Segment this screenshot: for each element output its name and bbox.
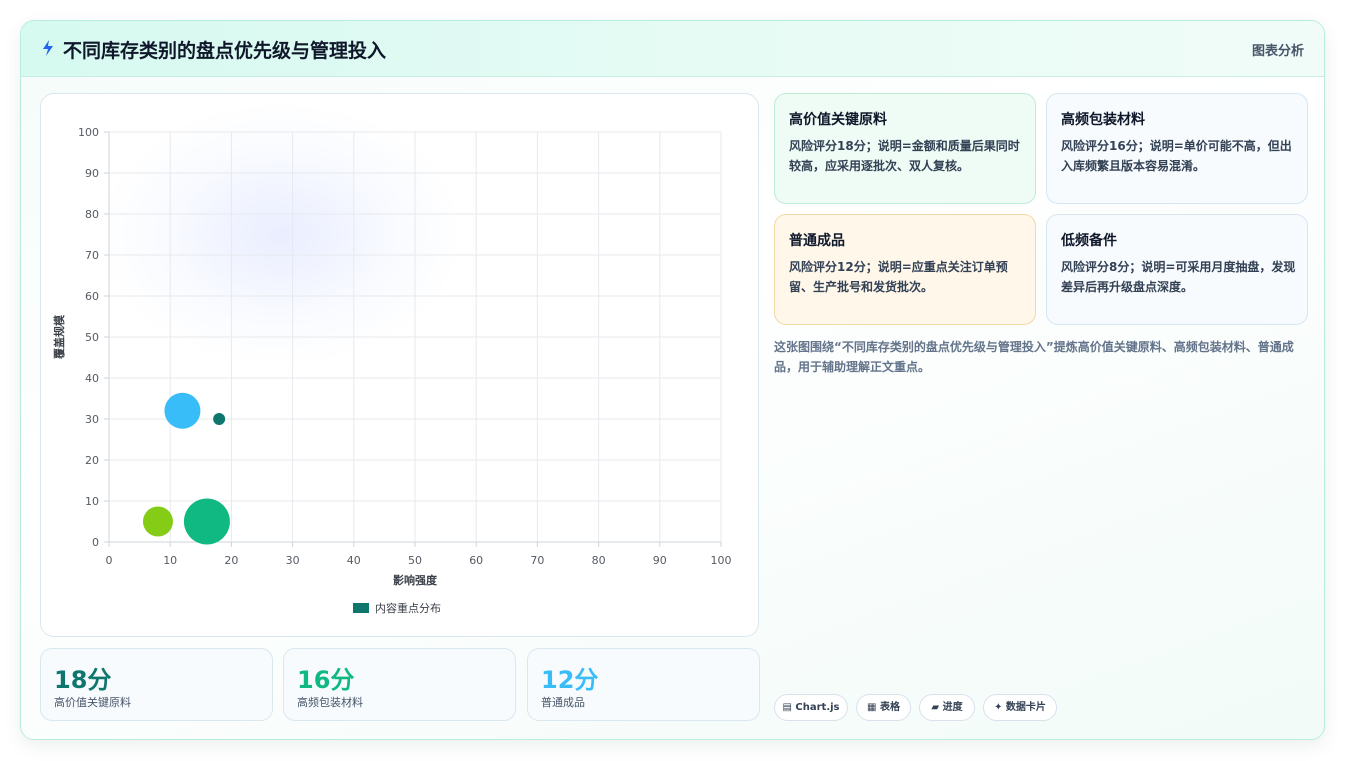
x-tick-label: 10 — [163, 554, 177, 567]
info-card-packaging: 高频包装材料 风险评分16分；说明=单价可能不高，但出入库频繁且版本容易混淆。 — [1046, 93, 1308, 204]
chip-table[interactable]: ▦ 表格 — [856, 694, 911, 721]
x-tick-labels: 0 10 20 30 40 50 60 70 80 90 100 — [106, 554, 732, 567]
legend-label: 内容重点分布 — [375, 601, 441, 615]
legend-swatch — [353, 603, 369, 613]
x-tick-label: 0 — [106, 554, 113, 567]
bubble-chart-card: 0 10 20 30 40 50 60 70 80 90 100 0 10 20 30 40 50 60 70 80… — [40, 93, 759, 637]
info-card-title: 高频包装材料 — [1061, 112, 1145, 128]
stat-label: 高频包装材料 — [297, 696, 363, 709]
y-tick-label: 40 — [85, 372, 99, 385]
bubble-point[interactable] — [183, 498, 230, 545]
legend[interactable]: 内容重点分布 — [353, 601, 441, 615]
bubbles — [142, 392, 230, 545]
stat-value: 12分 — [541, 666, 599, 694]
x-tick-label: 30 — [286, 554, 300, 567]
stat-value: 18分 — [54, 666, 112, 694]
x-tick-label: 60 — [469, 554, 483, 567]
y-tick-label: 20 — [85, 454, 99, 467]
y-tick-label: 50 — [85, 331, 99, 344]
x-tick-label: 40 — [347, 554, 361, 567]
stat-card-1: 18分 高价值关键原料 — [40, 648, 273, 721]
header: 不同库存类别的盘点优先级与管理投入 图表分析 — [21, 21, 1324, 77]
info-card-title: 低频备件 — [1061, 233, 1117, 249]
header-tag: 图表分析 — [1251, 44, 1304, 59]
x-tick-label: 20 — [224, 554, 238, 567]
report-frame: 不同库存类别的盘点优先级与管理投入 图表分析 0 10 20 30 40 50 60 70 80… — [20, 20, 1325, 740]
summary-text: 这张图围绕“不同库存类别的盘点优先级与管理投入”提炼高价值关键原料、高频包装材料… — [774, 340, 1294, 374]
info-card-spare-parts: 低频备件 风险评分8分；说明=可采用月度抽盘，发现差异后再升级盘点深度。 — [1046, 214, 1308, 325]
y-tick-label: 60 — [85, 290, 99, 303]
info-card-desc: 风险评分12分；说明=应重点关注订单预留、生产批号和发货批次。 — [789, 260, 1008, 294]
y-axis-label: 覆盖规模 — [52, 314, 66, 359]
info-card-desc: 风险评分8分；说明=可采用月度抽盘，发现差异后再升级盘点深度。 — [1061, 260, 1296, 294]
info-card-desc: 风险评分18分；说明=金额和质量后果同时较高，应采用逐批次、双人复核。 — [789, 139, 1020, 173]
x-tick-label: 90 — [653, 554, 667, 567]
grid-lines — [108, 131, 722, 543]
y-tick-label: 30 — [85, 413, 99, 426]
y-tick-label: 90 — [85, 167, 99, 180]
x-tick-label: 100 — [711, 554, 732, 567]
x-tick-label: 50 — [408, 554, 422, 567]
bubble-chart: 0 10 20 30 40 50 60 70 80 90 100 0 10 20 30 40 50 60 70 80… — [52, 126, 732, 615]
x-tick-label: 80 — [592, 554, 606, 567]
x-tick-label: 70 — [530, 554, 544, 567]
axes — [104, 131, 722, 547]
y-tick-label: 80 — [85, 208, 99, 221]
bubble-point[interactable] — [213, 413, 226, 425]
bubble-point[interactable] — [142, 506, 173, 537]
info-card-title: 普通成品 — [789, 233, 845, 249]
y-tick-labels: 0 10 20 30 40 50 60 70 80 90 100 — [78, 126, 99, 549]
x-axis-label: 影响强度 — [393, 573, 438, 587]
stat-label: 高价值关键原料 — [54, 696, 131, 709]
info-card-title: 高价值关键原料 — [789, 112, 887, 128]
lightning-icon — [43, 40, 53, 56]
chip-chartjs[interactable]: ▤ Chart.js — [774, 694, 848, 721]
stat-card-3: 12分 普通成品 — [527, 648, 760, 721]
stat-card-2: 16分 高频包装材料 — [283, 648, 516, 721]
y-tick-label: 0 — [92, 536, 99, 549]
page-title: 不同库存类别的盘点优先级与管理投入 — [63, 40, 387, 62]
info-card-raw-material: 高价值关键原料 风险评分18分；说明=金额和质量后果同时较高，应采用逐批次、双人… — [774, 93, 1036, 204]
y-tick-label: 70 — [85, 249, 99, 262]
info-card-desc: 风险评分16分；说明=单价可能不高，但出入库频繁且版本容易混淆。 — [1061, 139, 1292, 173]
stat-value: 16分 — [297, 666, 355, 694]
stat-label: 普通成品 — [541, 696, 585, 709]
chip-progress[interactable]: ▰ 进度 — [919, 694, 975, 721]
chip-data-cards[interactable]: ✦ 数据卡片 — [983, 694, 1057, 721]
y-tick-label: 100 — [78, 126, 99, 139]
info-card-finished-goods: 普通成品 风险评分12分；说明=应重点关注订单预留、生产批号和发货批次。 — [774, 214, 1036, 325]
bubble-point[interactable] — [164, 392, 201, 429]
y-tick-label: 10 — [85, 495, 99, 508]
